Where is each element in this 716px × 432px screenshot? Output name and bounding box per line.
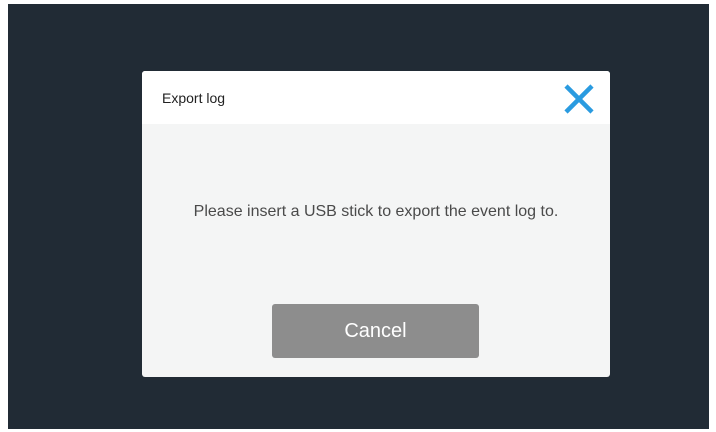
cancel-button[interactable]: Cancel [272, 304, 479, 358]
screen-backdrop: Export log Please insert a USB stick to … [8, 4, 709, 429]
close-button[interactable] [562, 82, 596, 116]
dialog-header: Export log [142, 71, 610, 124]
dialog-title: Export log [162, 90, 226, 106]
close-icon [564, 84, 594, 114]
export-log-dialog: Export log Please insert a USB stick to … [142, 71, 610, 377]
dialog-message: Please insert a USB stick to export the … [193, 203, 559, 220]
